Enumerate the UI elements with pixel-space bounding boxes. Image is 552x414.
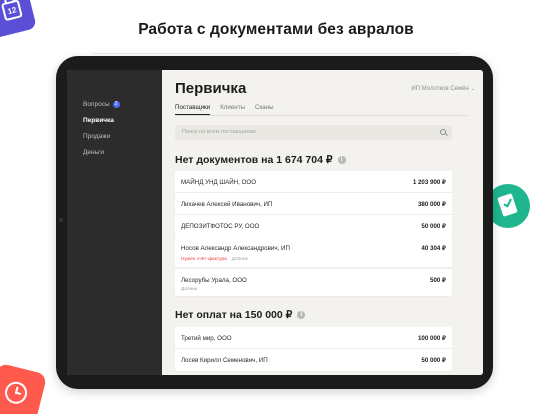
search-icon[interactable] xyxy=(440,129,446,135)
sidebar-item-money[interactable]: Деньги xyxy=(83,149,104,156)
divider xyxy=(175,115,467,116)
app-screen: Вопросы 2 Первичка Продажи Деньги Первич… xyxy=(67,70,483,375)
missing-payments-list: Третий мир, ООО 100 000 ₽ Лосев Кирилл С… xyxy=(175,327,452,371)
list-item[interactable]: МАЙНД УНД ШАЙН, ООО 1 203 900 ₽ xyxy=(175,171,452,193)
alarm-clock-icon xyxy=(0,362,48,414)
tablet-frame: Вопросы 2 Первичка Продажи Деньги Первич… xyxy=(56,56,493,389)
counterparty-name: Лихачев Алексей Иванович, ИП xyxy=(181,201,273,208)
sidebar-item-questions[interactable]: Вопросы 2 xyxy=(83,101,120,108)
search-input[interactable]: Поиск по всем поставщикам xyxy=(175,125,452,140)
sidebar-item-label: Деньги xyxy=(83,149,104,156)
document-tags: Допник xyxy=(181,287,197,292)
list-item[interactable]: Лосев Кирилл Семенович, ИП 50 000 ₽ xyxy=(175,349,452,371)
tab-clients[interactable]: Клиенты xyxy=(220,104,245,115)
sidebar: Вопросы 2 Первичка Продажи Деньги xyxy=(67,70,162,375)
section-heading-missing-documents: Нет документов на 1 674 704 ₽ i xyxy=(175,154,346,166)
list-item[interactable]: ДЕПОЗИТФОТОС РУ, ООО 50 000 ₽ xyxy=(175,215,452,237)
tab-bar: Поставщики Клиенты Сканы xyxy=(175,104,274,115)
tag-addendum: Допник xyxy=(231,257,248,262)
list-item[interactable]: Носов Александр Александрович, ИП 40 304… xyxy=(175,237,452,267)
section-title: Нет оплат на 150 000 ₽ xyxy=(175,309,293,321)
sidebar-item-sales[interactable]: Продажи xyxy=(83,133,110,140)
amount: 100 000 ₽ xyxy=(417,335,446,342)
tab-scans[interactable]: Сканы xyxy=(255,104,274,115)
sidebar-item-label: Первичка xyxy=(83,117,114,124)
tag-addendum: Допник xyxy=(181,287,197,292)
sidebar-item-label: Вопросы xyxy=(83,101,110,108)
sidebar-item-label: Продажи xyxy=(83,133,111,140)
missing-documents-list-continued: Носов Александр Александрович, ИП 40 304… xyxy=(175,237,452,267)
page-title: Первичка xyxy=(175,80,247,97)
counterparty-name: МАЙНД УНД ШАЙН, ООО xyxy=(181,179,257,186)
amount: 500 ₽ xyxy=(430,277,446,284)
counterparty-name: ДЕПОЗИТФОТОС РУ, ООО xyxy=(181,223,260,230)
account-name: ИП Молотков Семён xyxy=(411,86,469,92)
counterparty-name: Третий мир, ООО xyxy=(181,335,232,342)
counterparty-name: Лосев Кирилл Семенович, ИП xyxy=(181,357,268,364)
app-store-screenshot: 12 Работа с документами без авралов Вопр… xyxy=(0,0,552,414)
search-placeholder: Поиск по всем поставщикам xyxy=(182,129,256,135)
amount: 50 000 ₽ xyxy=(421,223,446,230)
list-item[interactable]: Третий мир, ООО 100 000 ₽ xyxy=(175,327,452,349)
tag-invoice-needed: Нужен счёт-фактура xyxy=(181,257,227,262)
tab-suppliers[interactable]: Поставщики xyxy=(175,104,211,115)
headline: Работа с документами без авралов xyxy=(138,21,414,38)
main-panel: Первичка ИП Молотков Семён ⌄ Поставщики … xyxy=(162,70,483,375)
counterparty-name: Лесорубы Урала, ООО xyxy=(181,277,247,284)
amount: 380 000 ₽ xyxy=(417,201,446,208)
camera-dot xyxy=(59,218,63,222)
missing-documents-list: МАЙНД УНД ШАЙН, ООО 1 203 900 ₽ Лихачев … xyxy=(175,171,452,237)
amount: 1 203 900 ₽ xyxy=(412,179,446,186)
missing-documents-list-continued: Лесорубы Урала, ООО 500 ₽ Допник xyxy=(175,269,452,296)
info-icon[interactable]: i xyxy=(337,156,346,164)
section-heading-missing-payments: Нет оплат на 150 000 ₽ i xyxy=(175,309,306,321)
account-switcher[interactable]: ИП Молотков Семён ⌄ xyxy=(411,86,475,92)
list-item[interactable]: Лесорубы Урала, ООО 500 ₽ Допник xyxy=(175,269,452,296)
divider xyxy=(92,53,460,54)
document-tags: Нужен счёт-фактура Допник xyxy=(181,257,248,262)
section-title: Нет документов на 1 674 704 ₽ xyxy=(175,154,333,166)
counterparty-name: Носов Александр Александрович, ИП xyxy=(181,245,290,252)
info-icon[interactable]: i xyxy=(297,311,306,319)
amount: 40 304 ₽ xyxy=(421,245,446,252)
chevron-down-icon: ⌄ xyxy=(470,86,475,92)
questions-count-badge: 2 xyxy=(112,101,120,108)
calendar-number: 12 xyxy=(6,5,18,17)
list-item[interactable]: Лихачев Алексей Иванович, ИП 380 000 ₽ xyxy=(175,193,452,215)
sidebar-item-primary-docs[interactable]: Первичка xyxy=(83,117,114,124)
amount: 50 000 ₽ xyxy=(421,357,446,364)
